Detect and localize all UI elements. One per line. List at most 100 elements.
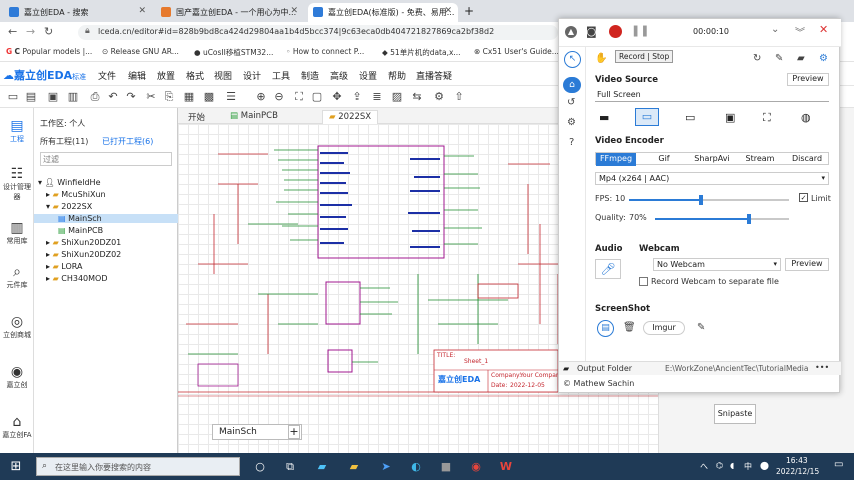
close-icon[interactable]: ✕ (819, 23, 828, 36)
more-options-button[interactable]: ••• (815, 363, 829, 372)
grid-icon[interactable]: ▩ (202, 90, 216, 104)
pan-icon[interactable]: ✥ (330, 90, 344, 104)
browser-tab-1[interactable]: 嘉立创EDA - 搜索 ✕ (4, 3, 152, 22)
rail-design-manager[interactable]: ☷ 设计管理器 (0, 166, 34, 202)
chrome-icon[interactable]: ◉ (468, 459, 484, 475)
edit-icon[interactable]: ✎ (697, 322, 705, 333)
notification-icon[interactable]: ▭ (834, 459, 843, 470)
menu-file[interactable]: 文件 (98, 69, 116, 82)
home-icon[interactable]: ⌂ (563, 77, 581, 93)
new-icon[interactable]: ▭ (6, 90, 20, 104)
connector-symbol[interactable] (197, 363, 239, 387)
back-icon[interactable]: ← (8, 25, 17, 38)
tree-item-mainpcb[interactable]: ▤ MainPCB (58, 226, 103, 235)
window-icon[interactable]: ▣ (725, 111, 735, 124)
record-stop-button[interactable] (609, 25, 622, 38)
reload-icon[interactable]: ↻ (44, 25, 53, 38)
open-icon[interactable]: ▤ (24, 90, 38, 104)
menu-format[interactable]: 格式 (186, 69, 204, 82)
menu-design[interactable]: 设计 (243, 69, 261, 82)
output-folder-path[interactable]: E:\WorkZone\AncientTec\TutorialMedia (665, 364, 808, 373)
wps-icon[interactable]: W (498, 459, 514, 475)
address-bar[interactable]: 🔒︎ lceda.cn/editor#id=828b9bd8ca424d2980… (78, 25, 558, 40)
rail-jlc[interactable]: ◉ 嘉立创 (0, 364, 34, 390)
trash-icon[interactable]: 🗑︎ (623, 322, 636, 333)
arrow-up-icon[interactable]: ▲ (565, 26, 577, 38)
close-icon[interactable]: ✕ (444, 6, 452, 16)
convert-icon[interactable]: ⇆ (410, 90, 424, 104)
format-dropdown[interactable]: Mp4 (x264 | AAC) ▾ (595, 172, 829, 185)
windows-start-icon[interactable]: ⊞ (8, 459, 24, 475)
pointer-icon[interactable]: ↖ (564, 51, 581, 68)
tray-app-icon[interactable]: ⬤ (760, 461, 769, 470)
tree-item-mcushixun[interactable]: ▸ ▰ McuShiXun (46, 190, 106, 199)
tree-item-2022sx[interactable]: ▾ ▰ 2022SX (46, 202, 92, 211)
projects-open-tab[interactable]: 已打开工程(6) (102, 136, 153, 147)
export-icon[interactable]: ⇪ (350, 90, 364, 104)
clock-time[interactable]: 16:43 (786, 456, 808, 465)
webcam-dropdown[interactable]: No Webcam ▾ (653, 258, 781, 271)
close-icon[interactable]: ✕ (290, 6, 298, 16)
browser-tab-2[interactable]: 国产嘉立创EDA - 一个用心为中... ✕ (156, 3, 304, 22)
forward-icon[interactable]: → (26, 25, 35, 38)
save-icon[interactable]: ▣ (46, 90, 60, 104)
zoom-out-icon[interactable]: ⊖ (272, 90, 286, 104)
quality-slider-knob[interactable] (747, 214, 751, 224)
tree-item-lora[interactable]: ▸ ▰ LORA (46, 262, 82, 271)
full-screen-source-icon[interactable]: ▭ (635, 108, 659, 126)
region-icon[interactable]: ⛶ (763, 111, 771, 125)
source-preview-button[interactable]: Preview (787, 73, 829, 86)
video-source-field[interactable]: Full Screen (595, 89, 829, 102)
bookmark-item[interactable]: ◆ 51单片机的data,x... (382, 47, 461, 58)
camera-icon[interactable]: ◙ (586, 25, 597, 38)
bookmark-item[interactable]: ⊗ Cx51 User's Guide... (474, 47, 559, 56)
folder-icon[interactable]: ▰ (346, 459, 362, 475)
tree-item-shixun20dz02[interactable]: ▸ ▰ ShiXun20DZ02 (46, 250, 121, 259)
bookmark-item[interactable]: ⊙ Release GNU AR... (102, 47, 179, 56)
taskbar-search-box[interactable]: ⌕ 在这里输入你要搜索的内容 (36, 457, 240, 476)
webcam-preview-button[interactable]: Preview (785, 258, 829, 271)
folder-icon[interactable]: ▰ (563, 364, 569, 373)
copy-icon[interactable]: ⎘ (162, 90, 176, 104)
refresh-icon[interactable]: ↻ (753, 53, 761, 64)
monitor-icon[interactable]: ▭ (685, 111, 695, 124)
ic-u3-symbol[interactable] (327, 349, 353, 373)
clock-date[interactable]: 2022/12/15 (776, 467, 819, 476)
fps-slider-knob[interactable] (699, 195, 703, 205)
close-icon[interactable]: ✕ (138, 6, 146, 16)
image-icon[interactable]: ▨ (390, 90, 404, 104)
save-all-icon[interactable]: ▥ (66, 90, 80, 104)
feishu-icon[interactable]: ➤ (378, 459, 394, 475)
record-webcam-checkbox[interactable] (639, 277, 648, 286)
tray-volume-icon[interactable]: ◖ (730, 461, 734, 470)
history-icon[interactable]: ↺ (567, 97, 575, 108)
undo-icon[interactable]: ↶ (106, 90, 120, 104)
settings-icon[interactable]: ⚙ (432, 90, 446, 104)
limit-checkbox[interactable]: ✓ (799, 193, 808, 202)
encoder-sharpavi[interactable]: SharpAvi (690, 153, 734, 166)
new-tab-button[interactable]: + (464, 4, 474, 18)
minimize-icon[interactable]: ⌄ (771, 24, 779, 35)
clipboard-icon[interactable]: ▤ (597, 320, 614, 337)
workspace-label[interactable]: 工作区: 个人 (40, 118, 85, 129)
layers-icon[interactable]: ▦ (182, 90, 196, 104)
pencil-icon[interactable]: ✎ (775, 53, 783, 64)
tray-expand-icon[interactable]: へ (700, 461, 708, 472)
bookmark-item[interactable]: ● uCosII移植STM32... (194, 47, 273, 58)
tray-ime-label[interactable]: 中 (744, 461, 752, 472)
doc-tab-mainpcb[interactable]: ▤ MainPCB (224, 110, 284, 124)
imgur-button[interactable]: Imgur (643, 321, 685, 335)
list-icon[interactable]: ☰ (224, 90, 238, 104)
filter-input[interactable] (40, 152, 172, 166)
tree-item-ch340mod[interactable]: ▸ ▰ CH340MOD (46, 274, 108, 283)
encoder-stream[interactable]: Stream (740, 153, 780, 166)
add-sheet-button[interactable]: + (288, 425, 300, 439)
tree-item-winfieldhe[interactable]: ▾ 👤︎ WinfieldHe (38, 178, 101, 187)
gear-icon[interactable]: ⚙ (567, 117, 576, 128)
quality-slider[interactable] (655, 214, 789, 224)
tree-item-mainsch[interactable]: ▤ MainSch (34, 214, 178, 223)
bookmark-item[interactable]: G C Popular models |... (6, 47, 92, 56)
microphone-icon[interactable]: 🎤︎ (595, 259, 621, 279)
fit-selected-icon[interactable]: ▢ (310, 90, 324, 104)
bom-icon[interactable]: ≣ (370, 90, 384, 104)
